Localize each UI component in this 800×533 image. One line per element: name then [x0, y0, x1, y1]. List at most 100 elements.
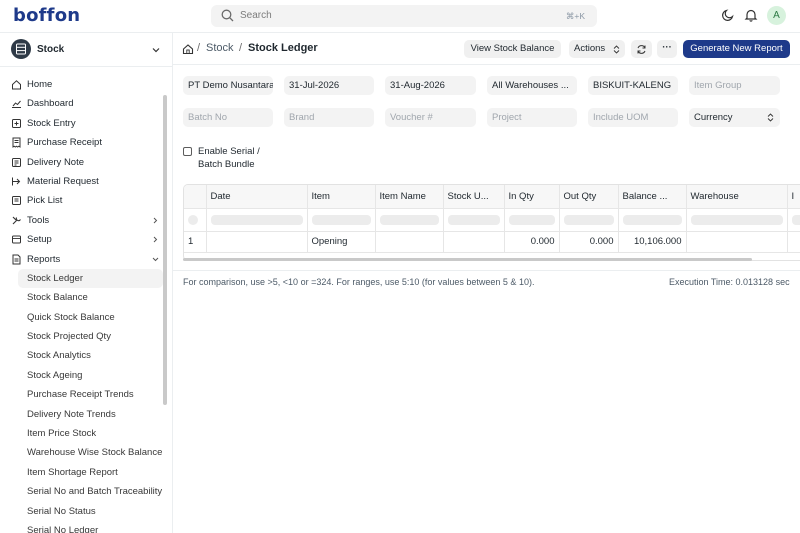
- column-header-in-qty[interactable]: In Qty: [504, 185, 560, 209]
- refresh-button[interactable]: [631, 40, 652, 58]
- sidebar-scrollbar[interactable]: [163, 95, 167, 405]
- batch-no-field[interactable]: Batch No: [183, 108, 273, 127]
- sidebar-item-label: Material Request: [27, 175, 99, 187]
- sidebar-report-serial-no-ledger[interactable]: Serial No Ledger: [0, 521, 163, 533]
- sidebar-item-dashboard[interactable]: Dashboard: [0, 94, 163, 113]
- search-shortcut: ⌘+K: [565, 11, 585, 21]
- sidebar-item-label: Home: [27, 79, 53, 90]
- sidebar-item-tools[interactable]: Tools: [0, 211, 163, 230]
- breadcrumb-separator: /: [239, 42, 243, 54]
- sidebar-report-delivery-note-trends[interactable]: Delivery Note Trends: [0, 405, 163, 424]
- cell-item-name[interactable]: [375, 231, 444, 253]
- workspace-label: Stock: [37, 44, 65, 55]
- generate-report-button[interactable]: Generate New Report: [683, 40, 790, 58]
- column-header-more[interactable]: I: [787, 185, 800, 209]
- warehouse-field[interactable]: All Warehouses ...: [487, 76, 577, 95]
- sidebar-divider: [0, 66, 172, 67]
- table-row[interactable]: 1 Opening 0.000 0.000 10,106.000: [184, 231, 800, 253]
- more-button[interactable]: ···: [657, 40, 677, 58]
- sidebar-item-material-request[interactable]: Material Request: [0, 172, 163, 191]
- currency-select[interactable]: Currency: [689, 108, 780, 127]
- app-logo[interactable]: boffon: [13, 5, 80, 26]
- cell-out-qty[interactable]: 0.000: [559, 231, 619, 253]
- filter-cell[interactable]: [563, 214, 614, 225]
- avatar[interactable]: A: [767, 6, 786, 25]
- cell-warehouse[interactable]: [686, 231, 788, 253]
- brand-field[interactable]: Brand: [284, 108, 374, 127]
- chevron-right-icon: [153, 217, 158, 224]
- sidebar-item-delivery-note[interactable]: Delivery Note: [0, 153, 163, 172]
- sidebar-item-stock-entry[interactable]: Stock Entry: [0, 114, 163, 133]
- sidebar-nav: Home Dashboard Stock Entry Purchase Rece…: [0, 75, 163, 533]
- currency-label: Currency: [694, 112, 733, 123]
- breadcrumb-stock[interactable]: Stock: [206, 42, 234, 54]
- item-field[interactable]: BISKUIT-KALENG: [588, 76, 678, 95]
- sidebar-report-purchase-receipt-trends[interactable]: Purchase Receipt Trends: [0, 385, 163, 404]
- project-field[interactable]: Project: [487, 108, 577, 127]
- table-horizontal-scrollbar[interactable]: [183, 258, 752, 261]
- reports-icon: [12, 254, 21, 265]
- item-group-field[interactable]: Item Group: [689, 76, 780, 95]
- actions-dropdown[interactable]: Actions: [569, 40, 625, 58]
- workspace-switcher[interactable]: Stock: [9, 38, 164, 62]
- column-header-stock-uom[interactable]: Stock U...: [443, 185, 505, 209]
- filter-cell[interactable]: [690, 214, 783, 225]
- receipt-icon: [12, 137, 21, 149]
- column-header-out-qty[interactable]: Out Qty: [559, 185, 619, 209]
- filter-cell[interactable]: [188, 214, 198, 225]
- sidebar-report-quick-stock-balance[interactable]: Quick Stock Balance: [0, 308, 163, 327]
- filter-cell[interactable]: [311, 214, 371, 225]
- setup-icon: [12, 235, 21, 244]
- company-field[interactable]: PT Demo Nusantara: [183, 76, 273, 95]
- filter-cell[interactable]: [210, 214, 303, 225]
- sidebar-item-label: Pick List: [27, 195, 63, 207]
- cell-stock-uom[interactable]: [443, 231, 505, 253]
- filter-cell[interactable]: [447, 214, 500, 225]
- home-icon[interactable]: [182, 43, 194, 55]
- include-uom-field[interactable]: Include UOM: [588, 108, 678, 127]
- sidebar-item-reports[interactable]: Reports: [0, 250, 163, 269]
- page-header: / Stock / Stock Ledger View Stock Balanc…: [173, 33, 800, 65]
- sidebar-item-setup[interactable]: Setup: [0, 230, 163, 249]
- voucher-field[interactable]: Voucher #: [385, 108, 476, 127]
- serial-batch-checkbox[interactable]: [183, 147, 192, 156]
- filter-cell[interactable]: [508, 214, 555, 225]
- sidebar-report-serial-batch-traceability[interactable]: Serial No and Batch Traceability: [0, 482, 163, 501]
- to-date-field[interactable]: 31-Aug-2026: [385, 76, 476, 95]
- sidebar-report-stock-analytics[interactable]: Stock Analytics: [0, 346, 163, 365]
- sidebar-report-item-price-stock[interactable]: Item Price Stock: [0, 424, 163, 443]
- cell-item[interactable]: Opening: [307, 231, 376, 253]
- sidebar-item-pick-list[interactable]: Pick List: [0, 191, 163, 210]
- column-header-warehouse[interactable]: Warehouse: [686, 185, 788, 209]
- cell-balance[interactable]: 10,106.000: [618, 231, 687, 253]
- column-header-item-name[interactable]: Item Name: [375, 185, 444, 209]
- column-header-balance[interactable]: Balance ...: [618, 185, 687, 209]
- filter-cell[interactable]: [791, 214, 800, 225]
- view-stock-balance-button[interactable]: View Stock Balance: [464, 40, 561, 58]
- sidebar-item-label: Purchase Receipt: [27, 137, 102, 149]
- column-header-date[interactable]: Date: [206, 185, 308, 209]
- search-placeholder: Search: [240, 10, 272, 21]
- from-date-field[interactable]: 31-Jul-2026: [284, 76, 374, 95]
- cell-more[interactable]: [787, 231, 800, 253]
- sidebar-report-warehouse-wise-stock-balance[interactable]: Warehouse Wise Stock Balance: [0, 443, 163, 462]
- sidebar-report-stock-projected-qty[interactable]: Stock Projected Qty: [0, 327, 163, 346]
- sidebar-item-purchase-receipt[interactable]: Purchase Receipt: [0, 133, 163, 152]
- sidebar-item-home[interactable]: Home: [0, 75, 163, 94]
- filter-cell[interactable]: [379, 214, 439, 225]
- bell-icon[interactable]: [744, 8, 758, 22]
- sidebar-report-stock-ledger[interactable]: Stock Ledger: [18, 268, 163, 289]
- search-bar[interactable]: Search ⌘+K: [211, 5, 597, 27]
- sidebar-report-stock-ageing[interactable]: Stock Ageing: [0, 366, 163, 385]
- moon-icon[interactable]: [721, 8, 735, 22]
- footer-divider: [173, 270, 800, 271]
- actions-label: Actions: [574, 43, 606, 54]
- sidebar: Stock Home Dashboard Stock Entry Purchas…: [0, 33, 173, 533]
- cell-date[interactable]: [206, 231, 308, 253]
- filter-cell[interactable]: [622, 214, 682, 225]
- cell-in-qty[interactable]: 0.000: [504, 231, 560, 253]
- sidebar-report-stock-balance[interactable]: Stock Balance: [0, 288, 163, 307]
- column-header-item[interactable]: Item: [307, 185, 376, 209]
- sidebar-report-serial-no-status[interactable]: Serial No Status: [0, 502, 163, 521]
- sidebar-report-item-shortage[interactable]: Item Shortage Report: [0, 463, 163, 482]
